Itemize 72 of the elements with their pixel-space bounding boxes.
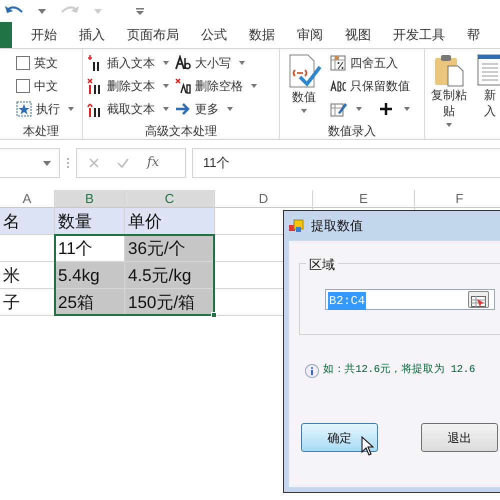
table-cell: 单价	[125, 208, 215, 235]
insert-function-button[interactable]: fx	[147, 153, 160, 173]
ribbon-tab[interactable]: 开始	[20, 22, 68, 48]
star-icon	[16, 101, 32, 117]
checkbox[interactable]	[16, 56, 30, 70]
checkbox-label: 英文	[34, 55, 58, 72]
range-picker-button[interactable]	[468, 291, 489, 308]
table-cell: 11个	[55, 235, 125, 262]
ribbon-button[interactable]: 新 入	[475, 53, 500, 119]
table-cell: 4.5元/kg	[125, 262, 215, 289]
column-header[interactable]: C	[125, 190, 215, 208]
clipboard-icon	[434, 53, 464, 87]
ribbon-button[interactable]: 插入文本	[87, 53, 169, 73]
ribbon-button[interactable]: 只保留数值	[330, 76, 410, 96]
ribbon-button[interactable]: 数值	[284, 53, 324, 113]
ribbon-button[interactable]: 大小写	[175, 53, 257, 73]
arrow-right-icon	[175, 101, 191, 117]
delete-space-icon	[175, 78, 191, 94]
check-icon[interactable]	[117, 158, 129, 168]
column-header[interactable]: E	[313, 190, 415, 208]
dialog-title: 提取数值	[311, 217, 363, 236]
hint-text: 如：共12.6元，将提取为 12.6	[323, 363, 476, 378]
ribbon-tab[interactable]: 公式	[190, 22, 238, 48]
ribbon-button[interactable]: 更多	[175, 99, 257, 119]
table-cell: 名	[0, 208, 55, 235]
text-case-icon	[175, 55, 191, 71]
ribbon-button[interactable]: 四舍五入	[330, 53, 410, 73]
ribbon-tab[interactable]: 视图	[334, 22, 382, 48]
group-label: 数值录入	[327, 123, 377, 139]
caret-icon[interactable]	[38, 8, 46, 14]
dialog-button[interactable]: 确定	[301, 423, 378, 452]
ribbon-button[interactable]: 截取文本	[87, 99, 169, 119]
app-icon	[289, 219, 305, 233]
dialog-button[interactable]: 退出	[421, 423, 498, 452]
table-cell: 36元/个	[125, 235, 215, 262]
checkbox[interactable]	[16, 79, 30, 93]
ribbon-button[interactable]: 删除空格	[175, 76, 257, 96]
ribbon-tab[interactable]: 帮	[456, 22, 491, 48]
table-cell: 25箱	[55, 289, 125, 316]
grip-icon	[66, 157, 70, 169]
ribbon-tab[interactable]: 数据	[238, 22, 286, 48]
info-icon	[305, 364, 319, 378]
cut-bars-icon	[87, 101, 103, 117]
ribbon-tab[interactable]: 插入	[68, 22, 116, 48]
column-header[interactable]: B	[55, 190, 125, 208]
range-picker-icon	[471, 296, 486, 308]
group-label: 本处理	[22, 123, 60, 139]
table-cell: 150元/箱	[125, 289, 215, 316]
caret-icon	[43, 160, 51, 166]
cursor-icon	[361, 436, 374, 456]
ribbon-tab[interactable]: 页面布局	[116, 22, 190, 48]
ribbon-tab[interactable]: 审阅	[286, 22, 334, 48]
delete-bars-icon	[87, 78, 103, 94]
ribbon-button[interactable]: 删除文本	[87, 76, 169, 96]
edit-table-icon	[330, 101, 348, 117]
table-cell: 米	[0, 262, 55, 289]
ribbon-tab[interactable]: 开发工具	[382, 22, 456, 48]
table-cell: 数量	[55, 208, 125, 235]
abc-icon	[330, 78, 346, 94]
column-header[interactable]: F	[415, 190, 500, 208]
caret-icon	[94, 8, 102, 14]
group-label: 高级文本处理	[144, 123, 218, 139]
percent-table-icon	[330, 55, 346, 71]
ribbon-button[interactable]: 执行	[16, 99, 74, 119]
checkbox-label: 中文	[34, 78, 58, 95]
column-header[interactable]: D	[215, 190, 313, 208]
table-cell: 子	[0, 289, 55, 316]
fill-handle[interactable]	[211, 312, 217, 318]
customize-icon[interactable]	[136, 8, 144, 14]
formula-field[interactable]: 11个	[192, 148, 500, 178]
table-cell: 5.4kg	[55, 262, 125, 289]
ribbon-button[interactable]: 复制粘 贴	[429, 53, 469, 127]
